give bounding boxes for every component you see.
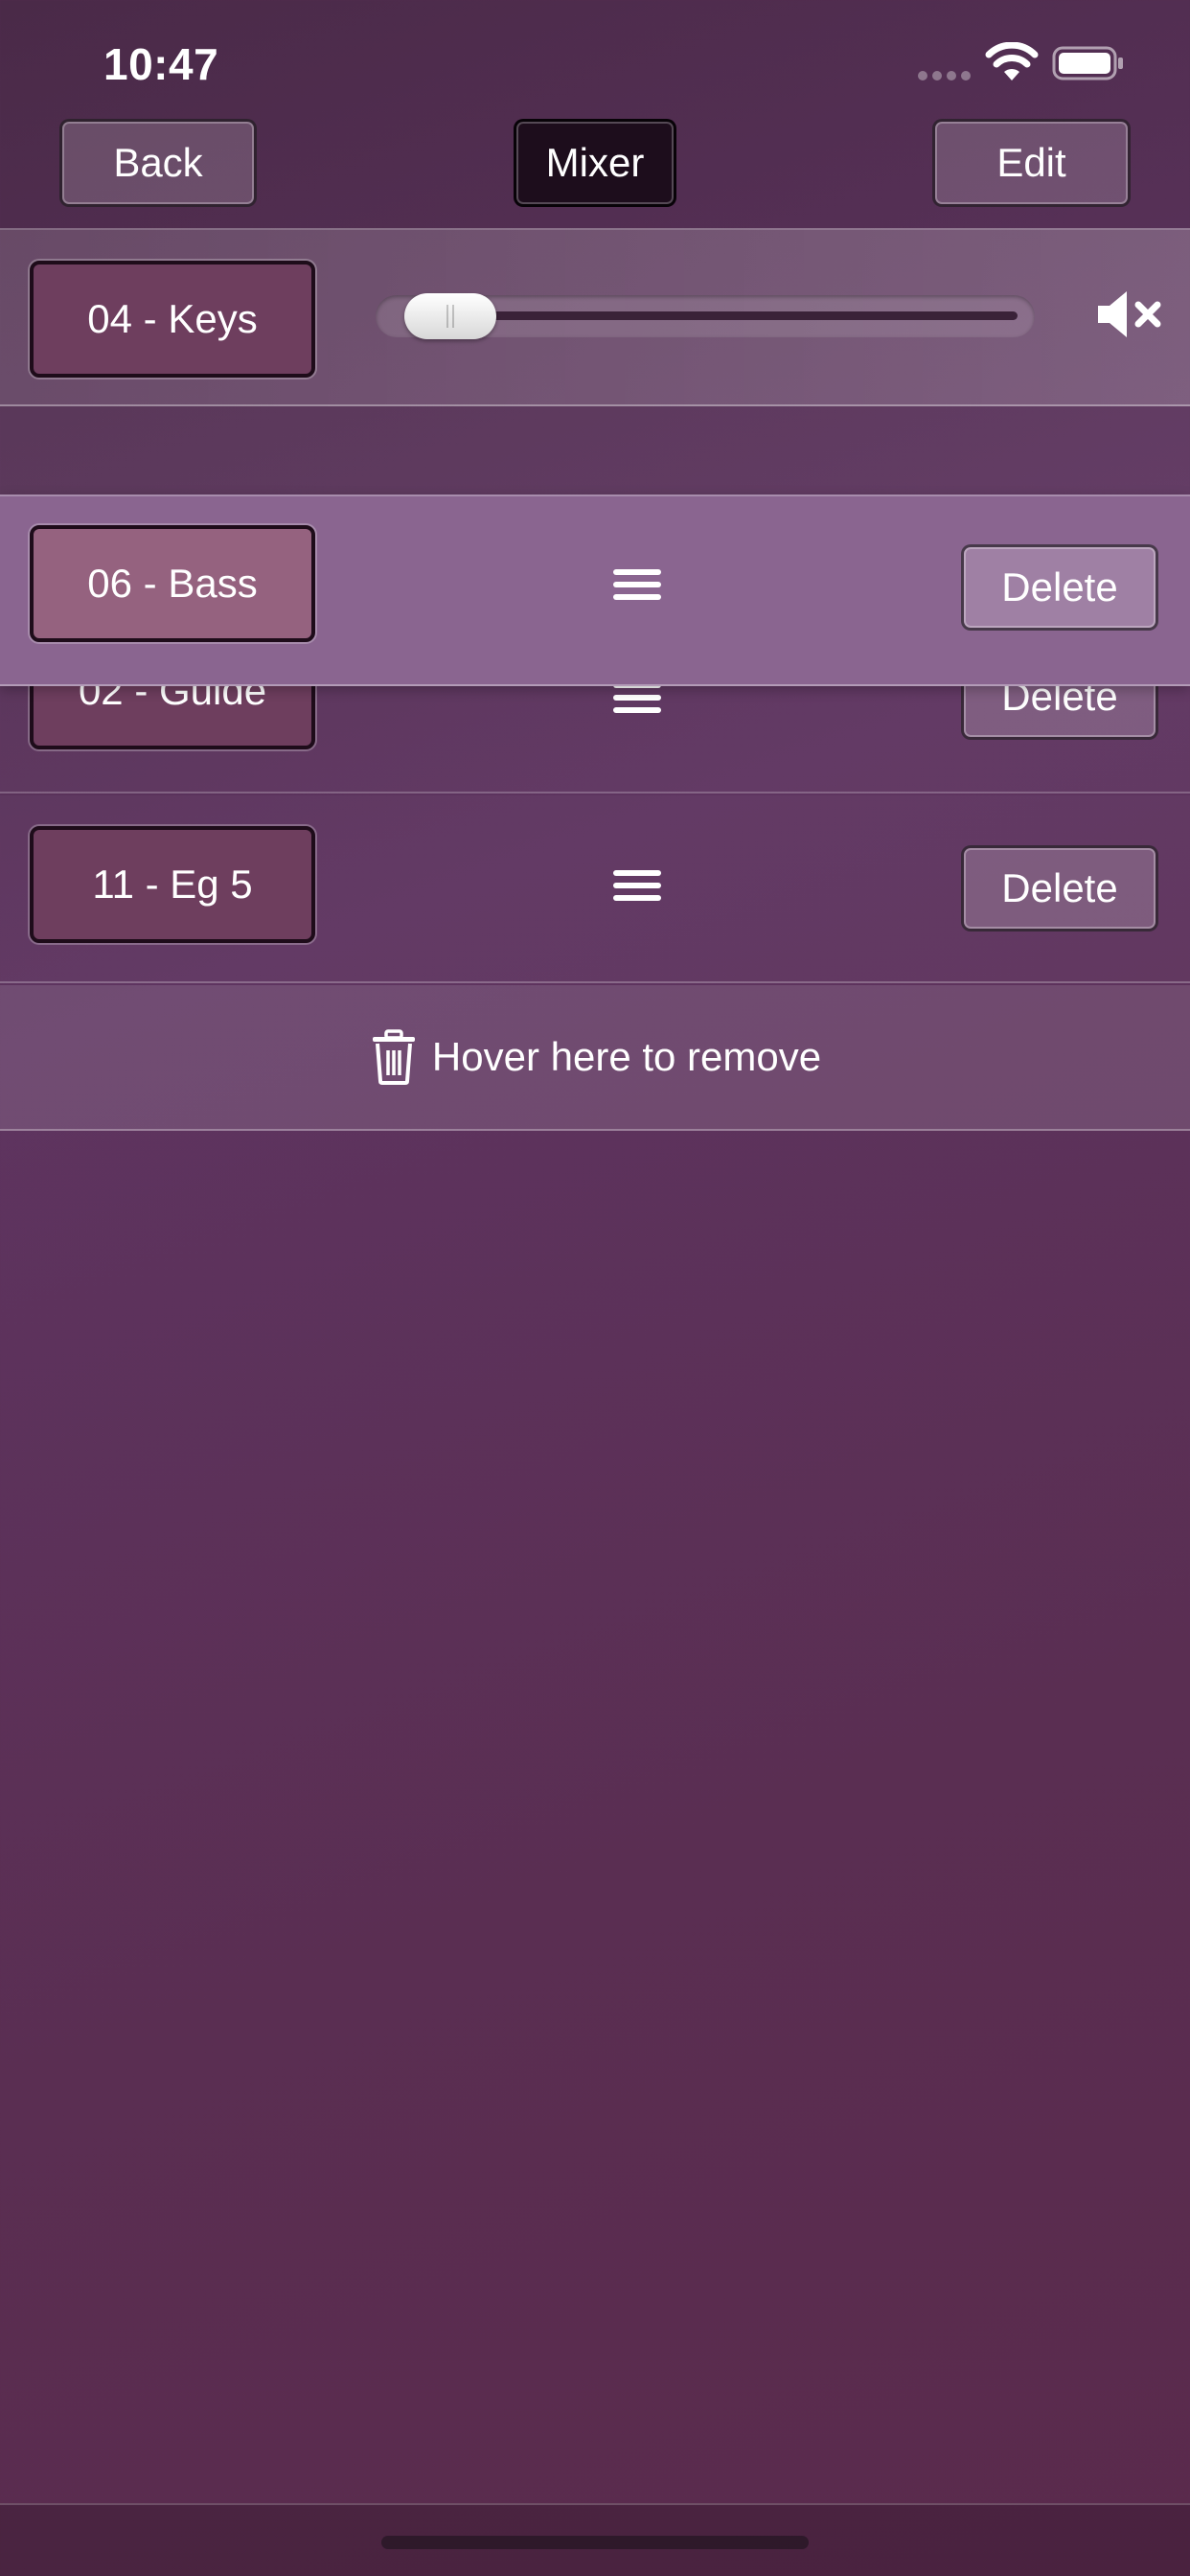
cellular-signal-icon — [918, 71, 972, 80]
volume-slider-thumb[interactable] — [403, 293, 496, 339]
track-name-button[interactable]: 11 - Eg 5 — [30, 826, 315, 943]
remove-drop-zone[interactable]: Hover here to remove — [0, 985, 1190, 1131]
volume-slider-track — [450, 311, 1018, 320]
mixer-button[interactable]: Mixer — [514, 119, 676, 207]
track-name-button[interactable]: 06 - Bass — [30, 525, 315, 642]
trash-icon — [372, 1029, 415, 1085]
drop-gap — [0, 406, 1190, 496]
speaker-muted-icon[interactable] — [1094, 288, 1163, 341]
battery-icon — [1052, 46, 1123, 80]
wifi-icon — [985, 42, 1039, 80]
edit-button[interactable]: Edit — [932, 119, 1131, 207]
delete-button[interactable]: Delete — [961, 845, 1158, 932]
home-indicator[interactable] — [381, 2536, 809, 2549]
drag-handle-icon[interactable] — [613, 567, 661, 602]
drag-handle-icon[interactable] — [613, 868, 661, 903]
back-button[interactable]: Back — [59, 119, 257, 207]
track-name-button[interactable]: 04 - Keys — [30, 261, 315, 378]
status-time: 10:47 — [103, 39, 219, 89]
remove-zone-label: Hover here to remove — [431, 1034, 822, 1079]
delete-button[interactable]: Delete — [961, 544, 1158, 631]
